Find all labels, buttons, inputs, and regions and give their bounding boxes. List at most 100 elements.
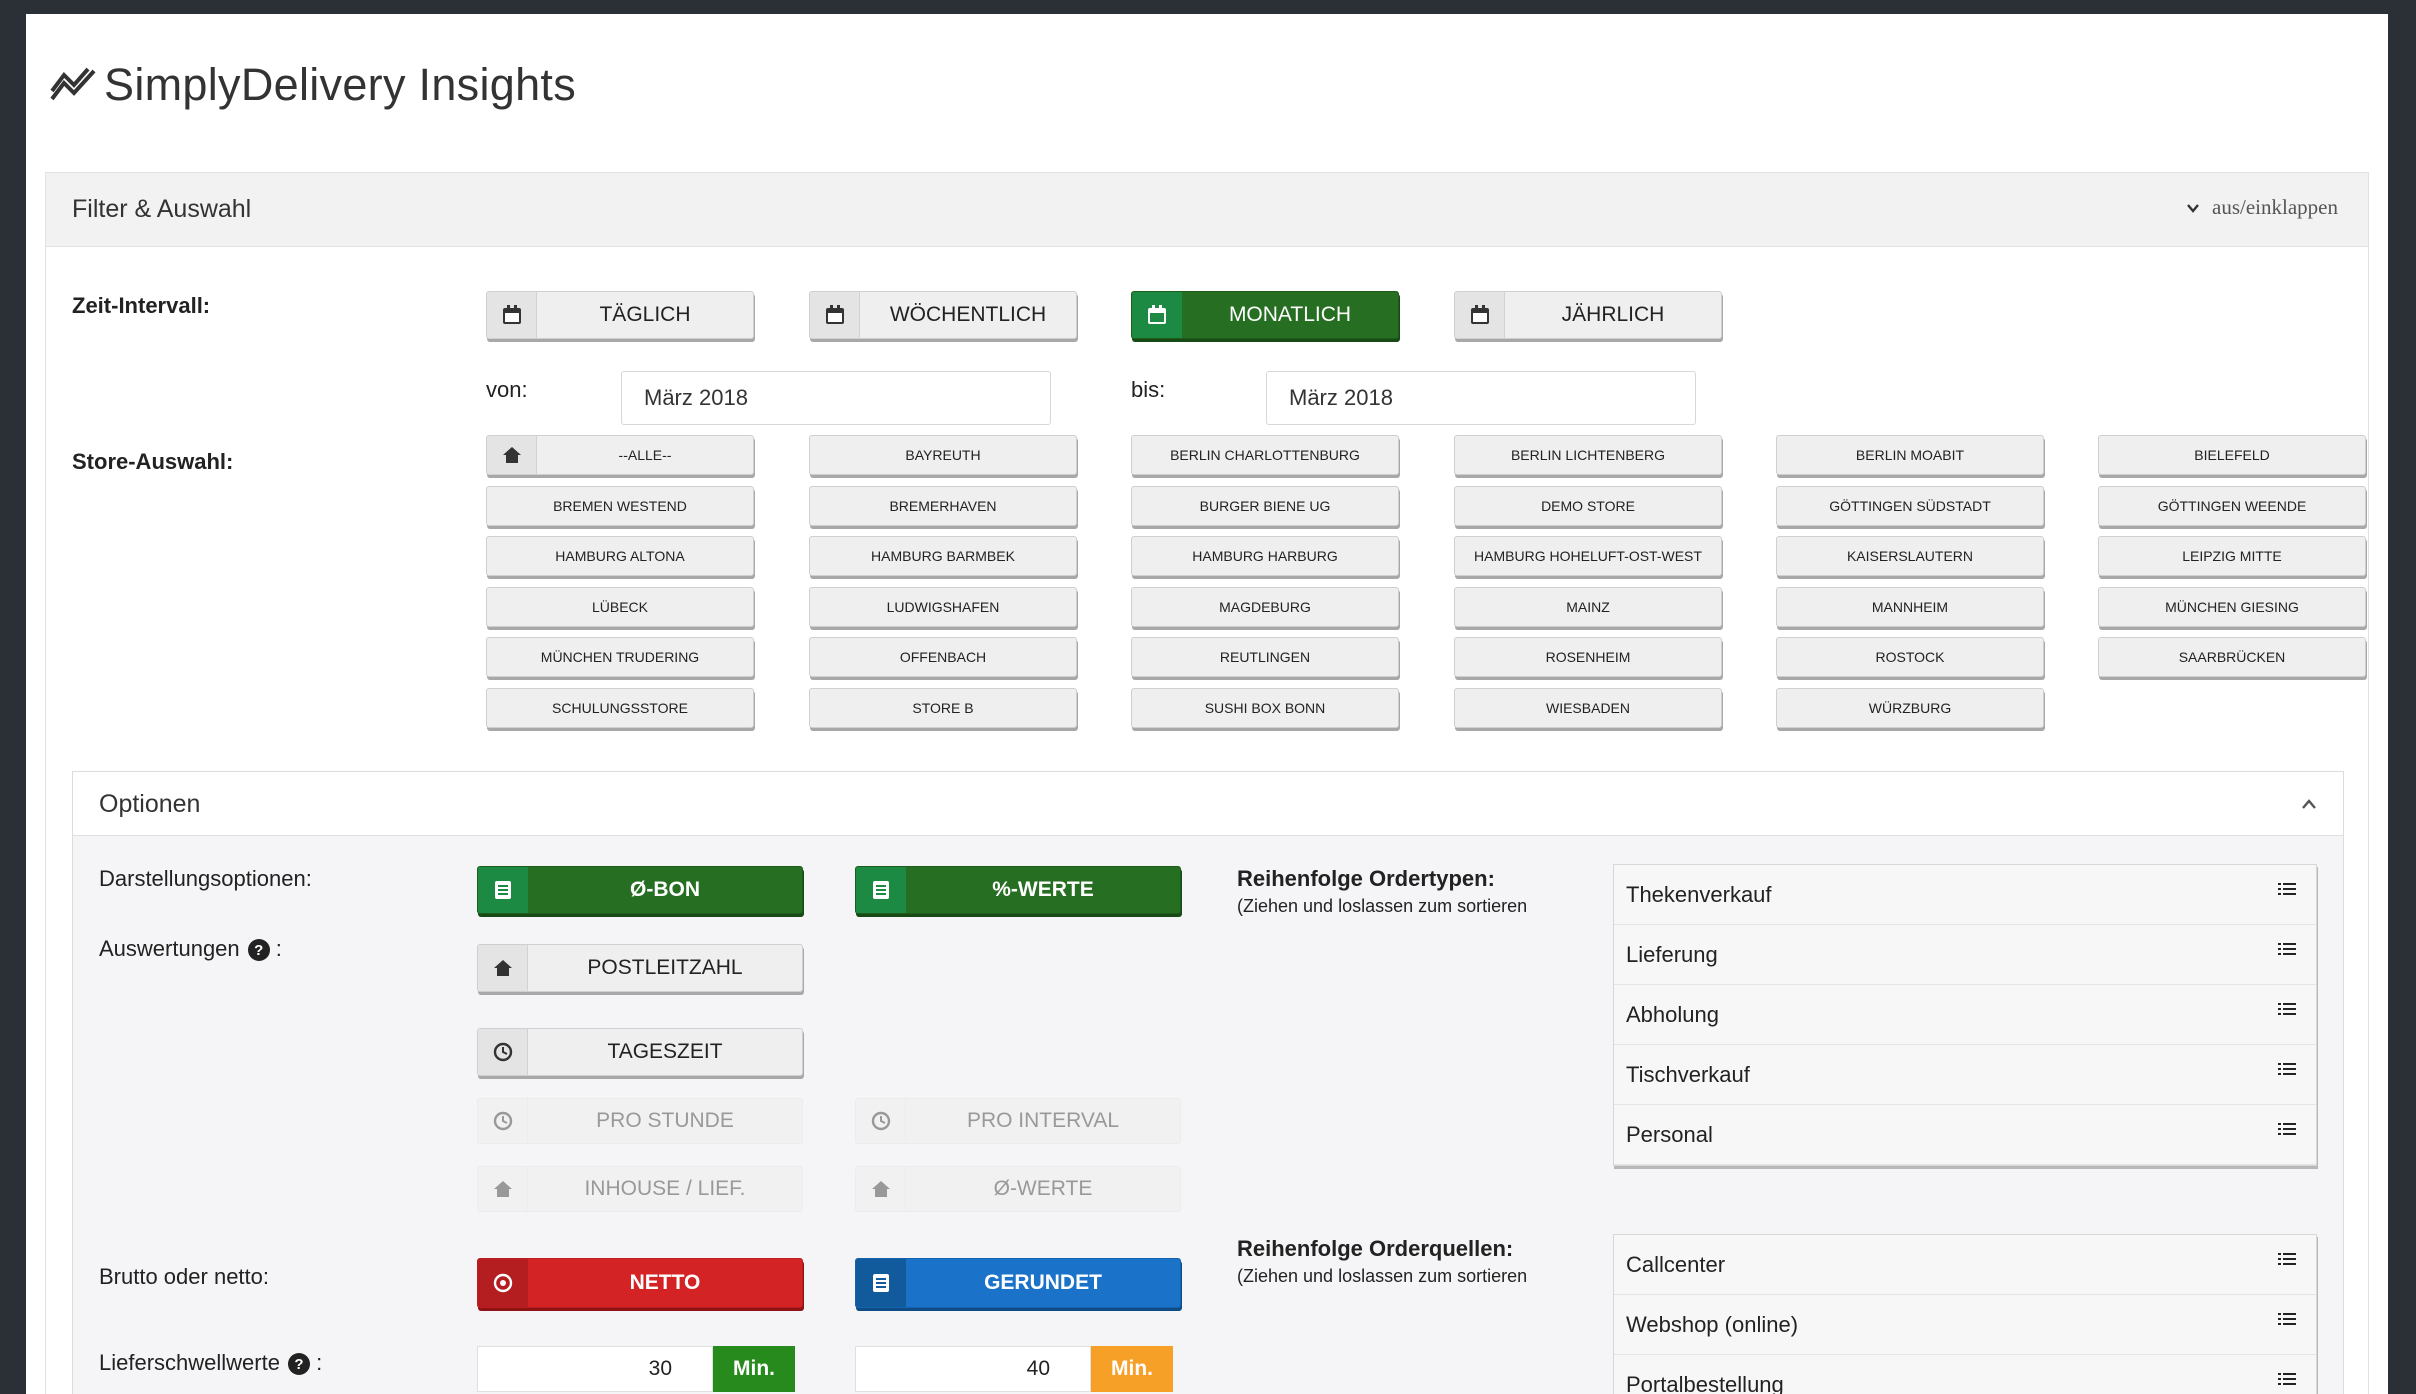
store-button[interactable]: GÖTTINGEN WEENDE [2098,485,2366,526]
store-button[interactable]: MANNHEIM [1776,586,2044,627]
orderquellen-label: Reihenfolge Orderquellen: [1237,1236,1514,1261]
store-button[interactable]: BERLIN CHARLOTTENBURG [1131,435,1399,475]
drag-handle-icon[interactable] [2278,1371,2296,1387]
store-button[interactable]: BERLIN MOABIT [1776,435,2044,475]
drag-handle-icon[interactable] [2278,1121,2296,1137]
interval-button-weekly[interactable]: WÖCHENTLICH [809,291,1077,339]
store-button[interactable]: MÜNCHEN GIESING [2098,586,2366,627]
store-button-label: LUDWIGSHAFEN [886,598,1000,615]
options-panel-header: Optionen [73,772,2343,836]
sort-list-item[interactable]: Callcenter [1614,1235,2316,1295]
von-date-input[interactable] [621,371,1051,425]
sort-list-item[interactable]: Tischverkauf [1614,1045,2316,1105]
store-button[interactable]: MAINZ [1454,586,1722,627]
store-button[interactable]: WÜRZBURG [1776,687,2044,728]
store-button[interactable]: LUDWIGSHAFEN [809,586,1077,627]
bis-date-input[interactable] [1266,371,1696,425]
drag-handle-icon[interactable] [2278,1061,2296,1077]
store-button[interactable]: LEIPZIG MITTE [2098,536,2366,576]
store-button-label: MAGDEBURG [1219,598,1311,615]
store-button-label: OFFENBACH [899,649,987,665]
darstellungsoptionen-label: Darstellungsoptionen: [99,866,312,891]
delivery-threshold-input-1[interactable] [477,1346,713,1392]
interval-button-yearly[interactable]: JÄHRLICH [1454,291,1722,339]
help-icon[interactable]: ? [247,939,270,962]
store-button[interactable]: BIELEFELD [2098,435,2366,475]
store-button[interactable]: --ALLE-- [486,435,754,475]
sort-list-item[interactable]: Thekenverkauf [1614,865,2316,925]
display-option-percent-button[interactable]: %-WERTE [855,866,1181,914]
store-button[interactable]: SAARBRÜCKEN [2098,637,2366,677]
sort-item-label: Abholung [1626,1001,1719,1027]
sort-list-item[interactable]: Lieferung [1614,925,2316,985]
chevron-up-icon[interactable] [2299,794,2319,814]
evaluation-tageszeit-button[interactable]: TAGESZEIT [477,1028,803,1076]
brutto-netto-label: Brutto oder netto: [99,1264,269,1289]
store-button-label: ROSENHEIM [1545,649,1631,665]
sort-list-item[interactable]: Webshop (online) [1614,1295,2316,1355]
store-button-label: GÖTTINGEN WEENDE [2157,497,2307,514]
store-button[interactable]: BAYREUTH [809,435,1077,475]
evaluation-postleitzahl-button[interactable]: POSTLEITZAHL [477,944,803,992]
drag-handle-icon[interactable] [2278,1311,2296,1327]
lieferschwellwerte-colon: : [316,1350,323,1375]
interval-button-daily[interactable]: TÄGLICH [486,291,754,339]
min-addon: Min. [713,1346,795,1392]
collapse-toggle-button[interactable]: aus/einklappen [2186,195,2338,220]
store-button[interactable]: MAGDEBURG [1131,586,1399,627]
store-button[interactable]: DEMO STORE [1454,485,1722,526]
evaluation-inhouse-button[interactable]: INHOUSE / LIEF. [477,1166,803,1212]
interval-button-monthly[interactable]: MONATLICH [1131,291,1399,339]
store-button[interactable]: SCHULUNGSSTORE [486,687,754,728]
store-button-label: BERLIN CHARLOTTENBURG [1170,447,1360,463]
store-button[interactable]: BREMEN WESTEND [486,485,754,526]
store-button[interactable]: BERLIN LICHTENBERG [1454,435,1722,475]
drag-handle-icon[interactable] [2278,881,2296,897]
drag-handle-icon[interactable] [2278,1001,2296,1017]
coin-icon [478,1259,528,1307]
store-button[interactable]: WIESBADEN [1454,687,1722,728]
store-button[interactable]: ROSENHEIM [1454,637,1722,677]
store-button[interactable]: OFFENBACH [809,637,1077,677]
sort-list-item[interactable]: Portalbestellung [1614,1355,2316,1394]
store-button[interactable]: STORE B [809,687,1077,728]
help-icon[interactable]: ? [287,1353,310,1376]
store-button-label: BAYREUTH [905,447,981,463]
evaluation-button-label: PRO INTERVAL [966,1109,1120,1132]
evaluation-button-label: POSTLEITZAHL [587,956,743,979]
gerundet-button-label: GERUNDET [984,1271,1102,1294]
store-button-label: LÜBECK [591,598,649,615]
store-button[interactable]: LÜBECK [486,586,754,627]
store-button[interactable]: KAISERSLAUTERN [1776,536,2044,576]
store-button[interactable]: SUSHI BOX BONN [1131,687,1399,728]
store-button-label: LEIPZIG MITTE [2182,548,2282,564]
sort-list-item[interactable]: Abholung [1614,985,2316,1045]
delivery-threshold-input-2[interactable] [855,1346,1091,1392]
gerundet-button[interactable]: GERUNDET [855,1258,1181,1308]
clock-icon [478,1029,528,1075]
store-button[interactable]: BURGER BIENE UG [1131,485,1399,526]
store-button[interactable]: HAMBURG ALTONA [486,536,754,576]
drag-handle-icon[interactable] [2278,1251,2296,1267]
store-button[interactable]: REUTLINGEN [1131,637,1399,677]
store-button-label: MÜNCHEN TRUDERING [540,649,700,665]
store-button[interactable]: GÖTTINGEN SÜDSTADT [1776,485,2044,526]
evaluation-avg-werte-button[interactable]: Ø-WERTE [855,1166,1181,1212]
store-button[interactable]: ROSTOCK [1776,637,2044,677]
evaluation-pro-interval-button[interactable]: PRO INTERVAL [855,1098,1181,1144]
store-button[interactable]: MÜNCHEN TRUDERING [486,637,754,677]
drag-handle-icon[interactable] [2278,941,2296,957]
store-button[interactable]: BREMERHAVEN [809,485,1077,526]
store-button-label: HAMBURG HARBURG [1192,548,1338,564]
sort-list-item[interactable]: Personal [1614,1105,2316,1165]
ordertypen-sort-list: Thekenverkauf Lieferung Abholung Tischverka… [1613,864,2317,1166]
store-button-label: STORE B [912,699,974,716]
interval-button-label: TÄGLICH [599,303,691,326]
display-option-avg-bon-button[interactable]: Ø-BON [477,866,803,914]
store-button[interactable]: HAMBURG HARBURG [1131,536,1399,576]
store-button[interactable]: HAMBURG BARMBEK [809,536,1077,576]
store-button[interactable]: HAMBURG HOHELUFT-OST-WEST [1454,536,1722,576]
netto-button[interactable]: NETTO [477,1258,803,1308]
evaluation-pro-stunde-button[interactable]: PRO STUNDE [477,1098,803,1144]
store-button-label: HAMBURG HOHELUFT-OST-WEST [1474,548,1702,564]
